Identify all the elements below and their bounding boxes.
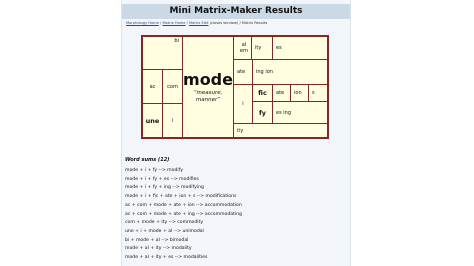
breadcrumb-separator: / bbox=[239, 21, 241, 25]
word-sums-title: Word sums (12) bbox=[125, 157, 170, 163]
prefix-com: com bbox=[163, 70, 182, 103]
word-sum-item: mode + i + fy + es --> modifies bbox=[125, 176, 199, 182]
breadcrumb-current: Matrix Results bbox=[241, 21, 268, 25]
word-sum-item: mode + i + fy + ing --> modifying bbox=[125, 185, 204, 191]
word-sum-item: mode + i + fic + ate + ion + s --> modif… bbox=[125, 194, 237, 200]
suffix-fic: fic bbox=[253, 85, 272, 101]
suffix-i: i bbox=[234, 85, 252, 123]
root-cell: mode “measure, manner” bbox=[183, 37, 233, 137]
breadcrumb: Morphology Home / Matrix Home / Matrix E… bbox=[126, 21, 348, 26]
suffix-ion: ion bbox=[291, 85, 308, 101]
suffix-ity-bottom: ity bbox=[234, 124, 327, 137]
word-sum-item: une + i + mode + al --> unimodal bbox=[125, 228, 204, 234]
suffix-ate-2: ate bbox=[273, 85, 290, 101]
suffix-fy: fy bbox=[253, 102, 272, 123]
suffix-ity: ity bbox=[252, 37, 272, 59]
suffix-al-ern: al ern bbox=[234, 37, 251, 59]
breadcrumb-separator: / bbox=[186, 21, 188, 25]
suffix-ate: ate bbox=[234, 60, 252, 84]
prefix-bi: bi bbox=[143, 37, 182, 69]
prefix-i: i bbox=[163, 104, 182, 137]
root-gloss: “measure, manner” bbox=[193, 90, 223, 103]
word-sum-item: mode + al + ity + es --> modalities bbox=[125, 255, 208, 261]
prefix-ac: ac bbox=[143, 70, 162, 103]
breadcrumb-matrix-home[interactable]: Matrix Home bbox=[162, 21, 185, 25]
suffix-s: s bbox=[309, 85, 327, 101]
breadcrumb-morphology-home[interactable]: Morphology Home bbox=[126, 21, 159, 25]
word-sum-item: mode + al + ity --> modality bbox=[125, 246, 192, 252]
breadcrumb-note: (closes window) bbox=[209, 21, 239, 25]
suffix-ing-ion: ing ion bbox=[253, 60, 327, 84]
word-sums-list: mode + i + fy --> modify mode + i + fy +… bbox=[125, 167, 242, 263]
word-sum-item: com + mode + ity --> commodity bbox=[125, 220, 204, 226]
prefix-une: une bbox=[143, 104, 162, 137]
suffix-es: es bbox=[273, 37, 327, 59]
root-word: mode bbox=[183, 70, 233, 89]
word-sum-item: mode + i + fy --> modify bbox=[125, 168, 183, 173]
word-sum-item: bi + mode + al --> bimodal bbox=[125, 237, 189, 243]
word-sum-item: ac + com + mode + ate + ion --> accommod… bbox=[125, 202, 242, 208]
word-sum-item: ac + com + mode + ate + ing --> accommod… bbox=[125, 211, 242, 217]
word-matrix: bi ac com une i mode “measure, manner” a… bbox=[141, 35, 329, 139]
breadcrumb-matrix-edit[interactable]: Matrix Edit bbox=[189, 21, 208, 25]
page-title: Mini Matrix-Maker Results bbox=[122, 4, 350, 19]
suffix-es-ing: es ing bbox=[273, 102, 327, 123]
